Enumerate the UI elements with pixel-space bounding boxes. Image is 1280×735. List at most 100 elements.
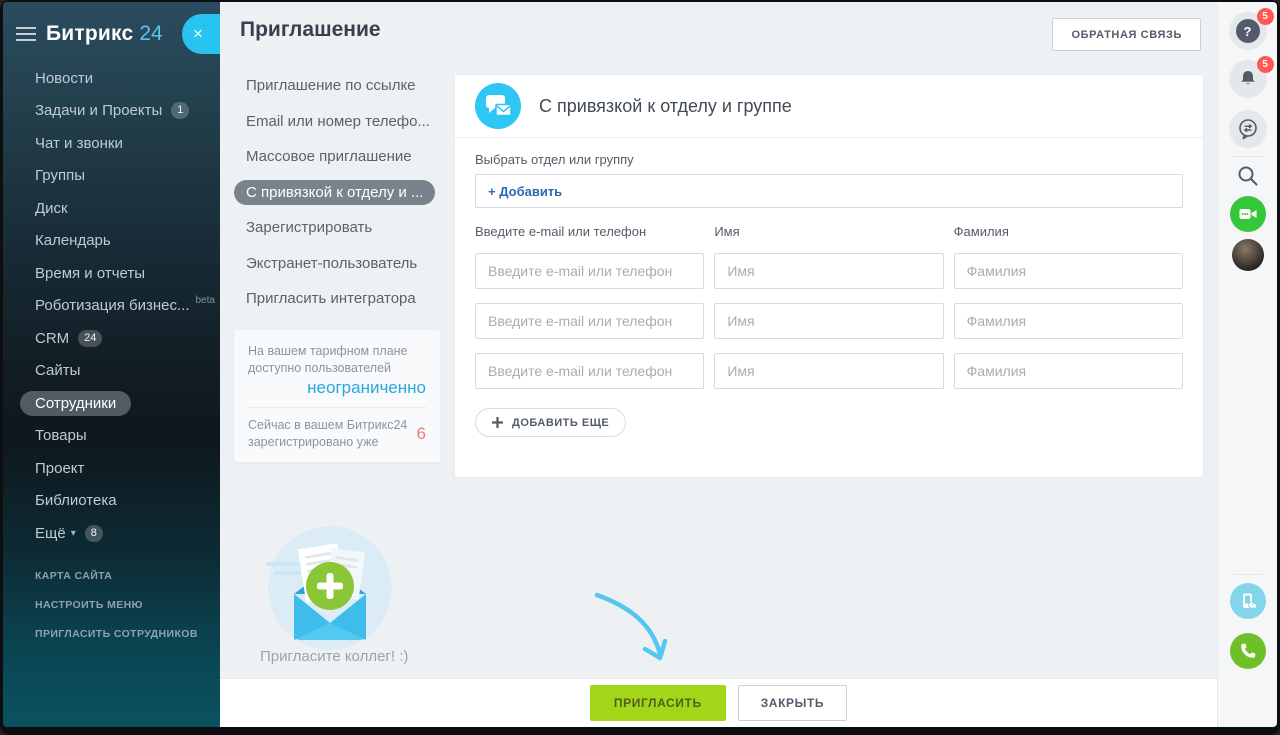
app-window: Битрикс 24 Новости Задачи и Проекты1 Чат… (0, 0, 1280, 735)
right-toolbar: ? 5 5 (1217, 2, 1277, 727)
tab-mass-invite[interactable]: Массовое приглашение (234, 139, 444, 175)
tariff-unlimited-value: неограниченно (248, 378, 426, 398)
workspace: Битрикс 24 Новости Задачи и Проекты1 Чат… (3, 2, 1277, 727)
invitation-menu: Приглашение по ссылке Email или номер те… (234, 68, 444, 317)
form-header: С привязкой к отделу и группе (455, 75, 1203, 138)
email-input-row1[interactable] (475, 253, 704, 289)
name-input-row1[interactable] (714, 253, 943, 289)
lastname-input-row3[interactable] (954, 353, 1183, 389)
invite-rows-grid: Введите e-mail или телефон Имя Фамилия (475, 224, 1183, 389)
crm-badge: 24 (78, 330, 102, 347)
tab-invite-integrator[interactable]: Пригласить интегратора (234, 281, 444, 317)
close-icon: × (193, 24, 203, 44)
sidebar-menu: Новости Задачи и Проекты1 Чат и звонки Г… (3, 62, 220, 550)
lastname-input-row1[interactable] (954, 253, 1183, 289)
registered-users-text: Сейчас в вашем Битрикс24 зарегистрирован… (248, 417, 411, 451)
sidebar-item-calendar[interactable]: Календарь (3, 225, 220, 258)
sidebar-item-project[interactable]: Проект (3, 452, 220, 485)
sidebar-item-more[interactable]: Ещё▾8 (3, 517, 220, 550)
tab-department-group[interactable]: С привязкой к отделу и ... (234, 175, 444, 211)
page-title: Приглашение (240, 18, 381, 42)
invitation-content: Приглашение ОБРАТНАЯ СВЯЗЬ Приглашение п… (220, 2, 1217, 678)
divider (248, 407, 426, 408)
modal-footer: ПРИГЛАСИТЬ ЗАКРЫТЬ (220, 678, 1217, 727)
invite-caption: Пригласите коллег! :) (260, 648, 408, 665)
messenger-icon (1236, 117, 1260, 141)
name-input-row2[interactable] (714, 303, 943, 339)
help-button[interactable]: ? 5 (1229, 12, 1267, 50)
divider (1234, 156, 1262, 157)
feedback-button[interactable]: ОБРАТНАЯ СВЯЗЬ (1052, 18, 1201, 51)
sitemap-link[interactable]: КАРТА САЙТА (35, 570, 198, 582)
hamburger-menu-icon[interactable] (16, 27, 36, 41)
tab-email-or-phone[interactable]: Email или номер телефо... (234, 104, 444, 140)
sidebar-item-tasks[interactable]: Задачи и Проекты1 (3, 95, 220, 128)
tab-invite-by-link[interactable]: Приглашение по ссылке (234, 68, 444, 104)
left-sidebar: Битрикс 24 Новости Задачи и Проекты1 Чат… (3, 2, 220, 727)
sidebar-item-groups[interactable]: Группы (3, 160, 220, 193)
slider-close-button[interactable]: × (182, 14, 220, 54)
video-camera-icon (1238, 204, 1258, 224)
sidebar-item-time[interactable]: Время и отчеты (3, 257, 220, 290)
add-department-link[interactable]: + Добавить (488, 184, 562, 199)
sidebar-item-disk[interactable]: Диск (3, 192, 220, 225)
form-title: С привязкой к отделу и группе (539, 96, 792, 117)
add-more-button[interactable]: ДОБАВИТЬ ЕЩЕ (475, 408, 626, 437)
tasks-badge: 1 (171, 102, 189, 119)
close-button[interactable]: ЗАКРЫТЬ (738, 685, 847, 721)
avatar (1232, 239, 1264, 271)
email-input-row2[interactable] (475, 303, 704, 339)
brand-logo: Битрикс (46, 22, 133, 46)
tab-register[interactable]: Зарегистрировать (234, 210, 444, 246)
sidebar-item-crm[interactable]: CRM24 (3, 322, 220, 355)
sidebar-item-sites[interactable]: Сайты (3, 355, 220, 388)
invitation-slider: × Приглашение ОБРАТНАЯ СВЯЗЬ Приглашение… (220, 2, 1217, 727)
invite-form-panel: С привязкой к отделу и группе Выбрать от… (455, 75, 1203, 477)
lastname-input-row2[interactable] (954, 303, 1183, 339)
sidebar-item-rpa[interactable]: Роботизация бизнес...beta (3, 290, 220, 323)
sidebar-item-products[interactable]: Товары (3, 420, 220, 453)
mobile-cloud-icon (1238, 591, 1258, 611)
telephony-button[interactable] (1230, 633, 1266, 669)
department-selector[interactable]: + Добавить (475, 174, 1183, 208)
user-avatar[interactable] (1232, 239, 1264, 271)
beta-tag: beta (196, 295, 215, 306)
registered-users-count: 6 (417, 424, 426, 444)
sidebar-item-employees[interactable]: Сотрудники (3, 387, 220, 420)
plus-icon (492, 417, 503, 428)
email-input-row3[interactable] (475, 353, 704, 389)
help-badge: 5 (1257, 8, 1274, 25)
search-icon (1236, 164, 1260, 188)
chevron-down-icon: ▾ (71, 528, 76, 539)
notifications-button[interactable]: 5 (1229, 60, 1267, 98)
invite-envelope-illustration (264, 522, 396, 659)
messenger-button[interactable] (1229, 110, 1267, 148)
sidebar-item-chat[interactable]: Чат и звонки (3, 127, 220, 160)
help-icon: ? (1236, 19, 1260, 43)
bell-icon (1237, 68, 1259, 90)
tariff-plan-text: На вашем тарифном плане доступно пользов… (248, 343, 426, 377)
hint-arrow-icon (592, 588, 687, 675)
video-call-button[interactable] (1230, 196, 1266, 232)
brand-logo-number: 24 (139, 22, 162, 46)
sidebar-item-library[interactable]: Библиотека (3, 485, 220, 518)
sidebar-footer-links: КАРТА САЙТА НАСТРОИТЬ МЕНЮ ПРИГЛАСИТЬ СО… (35, 570, 198, 657)
form-body: Выбрать отдел или группу + Добавить Введ… (455, 138, 1203, 437)
tariff-info-card: На вашем тарифном плане доступно пользов… (234, 330, 440, 462)
notifications-badge: 5 (1257, 56, 1274, 73)
department-label: Выбрать отдел или группу (475, 152, 1183, 167)
configure-menu-link[interactable]: НАСТРОИТЬ МЕНЮ (35, 599, 198, 611)
divider (1234, 574, 1262, 575)
search-button[interactable] (1236, 164, 1260, 193)
invite-employees-link[interactable]: ПРИГЛАСИТЬ СОТРУДНИКОВ (35, 628, 198, 640)
tab-extranet-user[interactable]: Экстранет-пользователь (234, 246, 444, 282)
name-column-label: Имя (714, 224, 943, 239)
more-badge: 8 (85, 525, 103, 542)
email-column-label: Введите e-mail или телефон (475, 224, 704, 239)
lastname-column-label: Фамилия (954, 224, 1183, 239)
invite-button[interactable]: ПРИГЛАСИТЬ (590, 685, 726, 721)
sidebar-item-news[interactable]: Новости (3, 62, 220, 95)
mobile-app-button[interactable] (1230, 583, 1266, 619)
phone-icon (1238, 641, 1258, 661)
name-input-row3[interactable] (714, 353, 943, 389)
